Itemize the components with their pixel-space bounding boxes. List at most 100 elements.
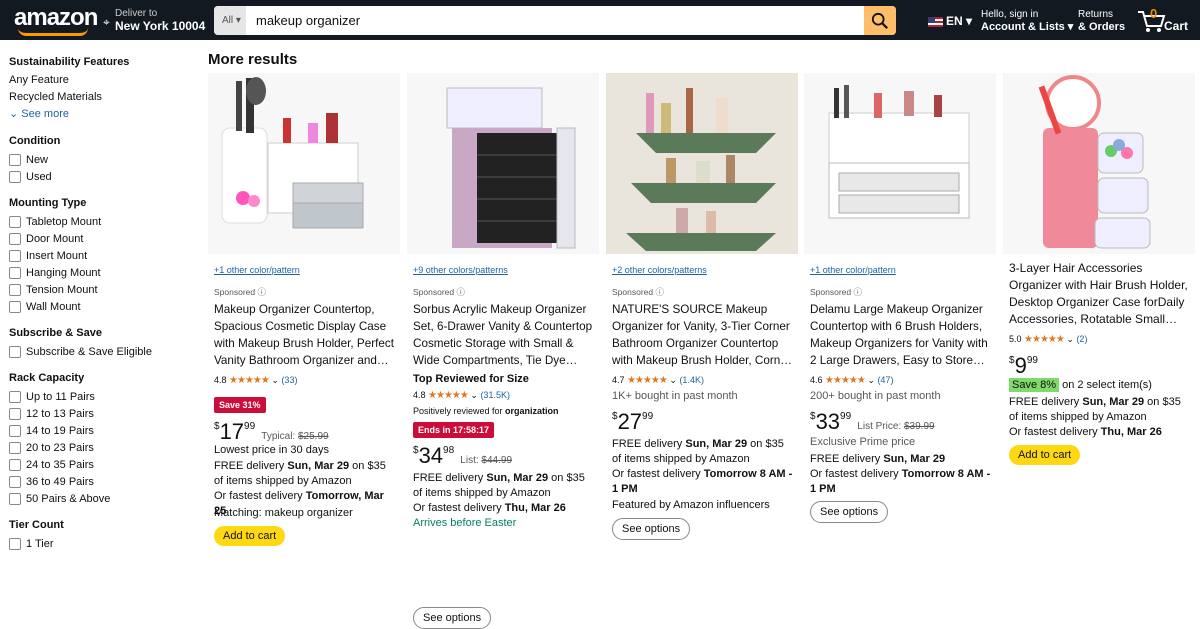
ref-price-label: Typical: xyxy=(261,431,296,442)
amazon-logo[interactable]: amazon xyxy=(14,4,98,36)
search-category-label: All xyxy=(222,15,234,26)
variants-link[interactable]: +1 other color/pattern xyxy=(214,265,300,275)
add-to-cart-button[interactable]: Add to cart xyxy=(1009,445,1081,465)
us-flag-icon xyxy=(928,16,943,27)
search-button[interactable] xyxy=(864,6,896,35)
delivery-text: FREE delivery xyxy=(612,438,686,450)
checkbox[interactable] xyxy=(9,249,21,262)
see-options-button[interactable]: See options xyxy=(612,518,691,540)
filter-checkbox[interactable]: 50 Pairs & Above xyxy=(9,490,194,507)
product-image[interactable] xyxy=(1003,73,1195,254)
checkbox[interactable] xyxy=(9,458,21,471)
search-input[interactable] xyxy=(256,6,856,35)
checkbox-label: Hanging Mount xyxy=(26,266,101,279)
checkbox[interactable] xyxy=(9,390,21,403)
filter-checkbox[interactable]: Subscribe & Save Eligible xyxy=(9,343,194,360)
product-title[interactable]: Sorbus Acrylic Makeup Organizer Set, 6-D… xyxy=(413,301,595,369)
rating-row[interactable]: 4.8 ★★★★★ ⌄ (31.5K) xyxy=(413,390,510,401)
checkbox[interactable] xyxy=(9,475,21,488)
filter-checkbox[interactable]: Up to 11 Pairs xyxy=(9,388,194,405)
checkbox[interactable] xyxy=(9,266,21,279)
price-fraction: 99 xyxy=(244,421,256,432)
positively-topic: organization xyxy=(505,406,559,416)
rating-row[interactable]: 5.0 ★★★★★ ⌄ (2) xyxy=(1009,334,1087,345)
checkbox[interactable] xyxy=(9,215,21,228)
language-label: EN xyxy=(946,14,963,28)
filter-checkbox[interactable]: Wall Mount xyxy=(9,298,194,315)
filter-checkbox[interactable]: Tension Mount xyxy=(9,281,194,298)
deliver-to[interactable]: ⌖ Deliver to New York 10004 xyxy=(103,8,205,32)
search-category-dropdown[interactable]: All ▾ xyxy=(214,6,246,35)
filter-checkbox[interactable]: 12 to 13 Pairs xyxy=(9,405,194,422)
product-title[interactable]: Delamu Large Makeup Organizer Countertop… xyxy=(810,301,992,369)
checkbox-label: Up to 11 Pairs xyxy=(26,390,95,403)
checkbox[interactable] xyxy=(9,283,21,296)
add-to-cart-button[interactable]: Add to cart xyxy=(214,526,286,546)
top-reviewed-label: Top Reviewed for Size xyxy=(413,373,529,385)
see-options-button[interactable]: See options xyxy=(413,607,492,629)
checkbox[interactable] xyxy=(9,300,21,313)
checkbox[interactable] xyxy=(9,424,21,437)
product-title[interactable]: Makeup Organizer Countertop, Spacious Co… xyxy=(214,301,396,369)
checkbox[interactable] xyxy=(9,153,21,166)
product-image[interactable] xyxy=(804,73,996,254)
see-more-link[interactable]: ⌄ See more xyxy=(9,106,194,123)
cart-button[interactable]: 0 Cart xyxy=(1137,6,1197,34)
variants-link[interactable]: +2 other colors/patterns xyxy=(612,265,707,275)
product-title[interactable]: NATURE'S SOURCE Makeup Organizer for Van… xyxy=(612,301,794,369)
filter-checkbox[interactable]: Insert Mount xyxy=(9,247,194,264)
returns-orders-link[interactable]: Returns & Orders xyxy=(1078,9,1125,33)
fastest-text: Or fastest delivery xyxy=(810,468,902,480)
see-options-button[interactable]: See options xyxy=(810,501,889,523)
exclusive-prime-price: Exclusive Prime price xyxy=(810,436,916,448)
sponsored-label: Sponsored ⓘ xyxy=(810,286,862,298)
info-icon[interactable]: ⓘ xyxy=(656,287,665,297)
arrives-before-easter: Arrives before Easter xyxy=(413,517,517,529)
filter-checkbox[interactable]: Door Mount xyxy=(9,230,194,247)
filter-checkbox[interactable]: 1 Tier xyxy=(9,535,194,552)
fastest-text: Or fastest delivery xyxy=(612,468,704,480)
variants-link[interactable]: +9 other colors/patterns xyxy=(413,265,508,275)
checkbox[interactable] xyxy=(9,537,21,550)
filter-option[interactable]: Any Feature xyxy=(9,72,194,89)
product-image[interactable] xyxy=(407,73,599,254)
filter-checkbox[interactable]: Hanging Mount xyxy=(9,264,194,281)
variants-link[interactable]: +1 other color/pattern xyxy=(810,265,896,275)
rating-row[interactable]: 4.7 ★★★★★ ⌄ (1.4K) xyxy=(612,375,704,386)
price-whole: 34 xyxy=(418,443,444,468)
checkbox[interactable] xyxy=(9,170,21,183)
info-icon[interactable]: ⓘ xyxy=(457,287,466,297)
checkbox[interactable] xyxy=(9,407,21,420)
checkbox-label: 50 Pairs & Above xyxy=(26,492,111,505)
filter-option[interactable]: Recycled Materials xyxy=(9,89,194,106)
product-title[interactable]: 3-Layer Hair Accessories Organizer with … xyxy=(1009,260,1191,328)
fastest-delivery: Or fastest delivery Tomorrow 8 AM - 1 PM xyxy=(612,467,796,497)
checkbox[interactable] xyxy=(9,492,21,505)
account-menu[interactable]: Hello, sign in Account & Lists ▾ xyxy=(981,9,1073,33)
info-icon[interactable]: ⓘ xyxy=(854,287,863,297)
price: $3498 List: $44.99 xyxy=(413,443,513,468)
filter-checkbox[interactable]: Tabletop Mount xyxy=(9,213,194,230)
filter-checkbox[interactable]: 36 to 49 Pairs xyxy=(9,473,194,490)
account-greeting: Hello, sign in xyxy=(981,9,1039,20)
info-icon[interactable]: ⓘ xyxy=(258,287,267,297)
deal-badge: Ends in 17:58:17 xyxy=(413,422,495,438)
filter-checkbox[interactable]: 14 to 19 Pairs xyxy=(9,422,194,439)
checkbox[interactable] xyxy=(9,232,21,245)
filter-checkbox[interactable]: 20 to 23 Pairs xyxy=(9,439,194,456)
checkbox[interactable] xyxy=(9,441,21,454)
star-rating-icon: ★★★★★ xyxy=(428,390,469,401)
checkbox[interactable] xyxy=(9,345,21,358)
language-selector[interactable]: EN ▾ xyxy=(928,14,972,28)
product-image[interactable] xyxy=(208,73,400,254)
checkbox-label: Tabletop Mount xyxy=(26,215,102,228)
product-image[interactable] xyxy=(606,73,798,254)
filter-checkbox[interactable]: Used xyxy=(9,168,194,185)
filter-checkbox[interactable]: 24 to 35 Pairs xyxy=(9,456,194,473)
checkbox-label: New xyxy=(26,153,49,166)
see-more-label: See more xyxy=(21,108,69,120)
matching-note: Matching: makeup organizer xyxy=(214,507,353,519)
rating-row[interactable]: 4.6 ★★★★★ ⌄ (47) xyxy=(810,375,893,386)
filter-checkbox[interactable]: New xyxy=(9,151,194,168)
rating-row[interactable]: 4.8 ★★★★★ ⌄ (33) xyxy=(214,375,297,386)
